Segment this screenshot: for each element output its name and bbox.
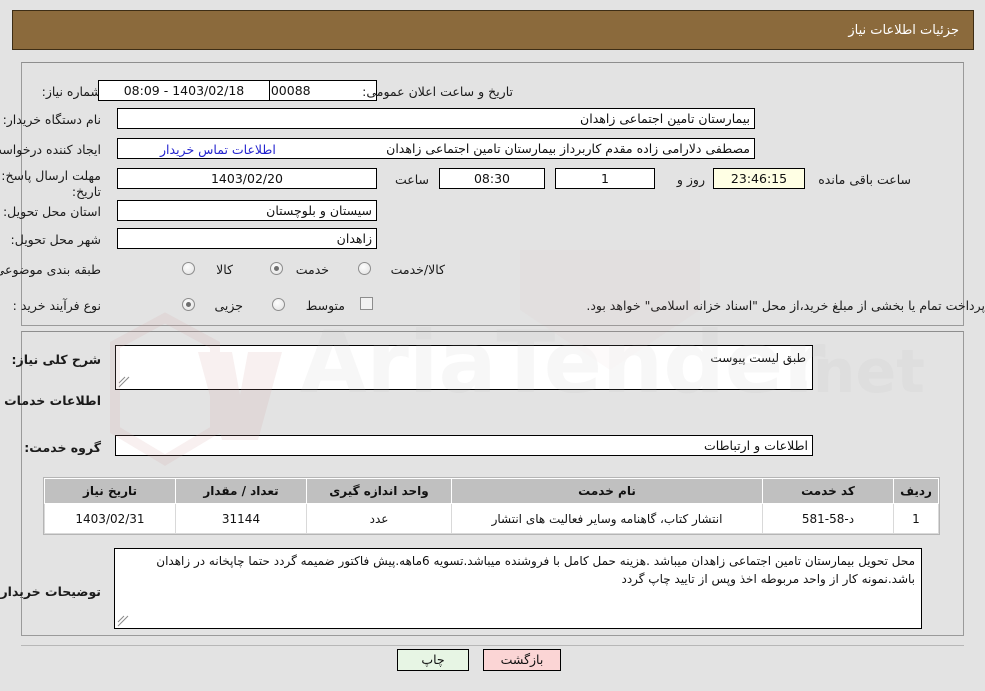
- col-index: ردیف: [893, 478, 939, 504]
- need-number-label: شماره نیاز:: [41, 84, 101, 99]
- service-group-value: اطلاعات و ارتباطات: [115, 435, 813, 456]
- cell-name: انتشار کتاب، گاهنامه وسایر فعالیت های ان…: [451, 503, 763, 534]
- deadline-label-line2: تاریخ:: [71, 184, 101, 199]
- col-code: کد خدمت: [762, 478, 894, 504]
- page-header-bar: جزئیات اطلاعات نیاز: [12, 10, 974, 50]
- city-value: زاهدان: [117, 228, 377, 249]
- cell-quantity: 31144: [175, 503, 307, 534]
- table-header-row: ردیف کد خدمت نام خدمت واحد اندازه گیری ت…: [44, 478, 939, 504]
- col-unit: واحد اندازه گیری: [306, 478, 452, 504]
- deadline-date-value: 1403/02/20: [117, 168, 377, 189]
- days-label: روز و: [676, 172, 705, 187]
- need-info-panel: [21, 62, 964, 326]
- print-button[interactable]: چاپ: [397, 649, 469, 671]
- cell-unit: عدد: [306, 503, 452, 534]
- remaining-days-value: 1: [555, 168, 655, 189]
- resize-grip-icon-notes: [117, 615, 129, 627]
- countdown-value: 23:46:15: [713, 168, 805, 189]
- page-root: AriaTender .net جزئیات اطلاعات نیاز شمار…: [0, 0, 985, 691]
- table-row: 1 د-58-581 انتشار کتاب، گاهنامه وسایر فع…: [44, 503, 939, 534]
- notes-label: توضیحات خریدار:: [0, 584, 101, 599]
- service-group-label: گروه خدمت:: [24, 440, 101, 455]
- process-label: نوع فرآیند خرید :: [12, 298, 101, 313]
- province-value: سیستان و بلوچستان: [117, 200, 377, 221]
- cell-need-date: 1403/02/31: [44, 503, 176, 534]
- radio-category-goods-service-label: کالا/خدمت: [390, 262, 445, 277]
- radio-category-service[interactable]: [270, 262, 283, 275]
- hour-label: ساعت: [394, 172, 429, 187]
- col-quantity: تعداد / مقدار: [175, 478, 307, 504]
- radio-category-goods-label: کالا: [216, 262, 233, 277]
- category-label: طبقه بندی موضوعی:: [0, 262, 101, 277]
- notes-value: محل تحویل بیمارستان تامین اجتماعی زاهدان…: [156, 554, 915, 586]
- buyer-org-value: بیمارستان تامین اجتماعی زاهدان: [117, 108, 755, 129]
- summary-textarea[interactable]: طبق لیست پیوست: [115, 345, 813, 390]
- radio-category-goods-service[interactable]: [358, 262, 371, 275]
- creator-label: ایجاد کننده درخواست:: [0, 142, 101, 157]
- buyer-org-label: نام دستگاه خریدار:: [2, 112, 101, 127]
- col-name: نام خدمت: [451, 478, 763, 504]
- announce-value: 1403/02/18 - 08:09: [98, 80, 270, 101]
- city-label: شهر محل تحویل:: [10, 232, 101, 247]
- footer-divider: [21, 645, 964, 646]
- province-label: استان محل تحویل:: [2, 204, 101, 219]
- services-table-wrapper: ردیف کد خدمت نام خدمت واحد اندازه گیری ت…: [43, 477, 940, 535]
- resize-grip-icon: [118, 376, 130, 388]
- back-button[interactable]: بازگشت: [483, 649, 561, 671]
- buyer-contact-link[interactable]: اطلاعات تماس خریدار: [160, 142, 276, 157]
- radio-category-service-label: خدمت: [295, 262, 329, 277]
- col-need-date: تاریخ نیاز: [44, 478, 176, 504]
- summary-value: طبق لیست پیوست: [710, 351, 806, 365]
- deadline-time-value: 08:30: [439, 168, 545, 189]
- summary-label: شرح کلی نیاز:: [11, 352, 101, 367]
- countdown-label: ساعت باقی مانده: [818, 172, 911, 187]
- notes-textarea[interactable]: محل تحویل بیمارستان تامین اجتماعی زاهدان…: [114, 548, 922, 629]
- announce-label: تاریخ و ساعت اعلان عمومی:: [362, 84, 513, 99]
- radio-category-goods[interactable]: [182, 262, 195, 275]
- services-table: ردیف کد خدمت نام خدمت واحد اندازه گیری ت…: [44, 478, 939, 534]
- cell-code: د-58-581: [762, 503, 894, 534]
- services-heading: اطلاعات خدمات مورد نیاز: [0, 393, 101, 408]
- deadline-label-line1: مهلت ارسال پاسخ: تا: [0, 168, 101, 183]
- page-title: جزئیات اطلاعات نیاز: [848, 22, 959, 38]
- cell-index: 1: [893, 503, 939, 534]
- islamic-treasury-text: پرداخت تمام یا بخشی از مبلغ خرید،از محل …: [586, 298, 985, 313]
